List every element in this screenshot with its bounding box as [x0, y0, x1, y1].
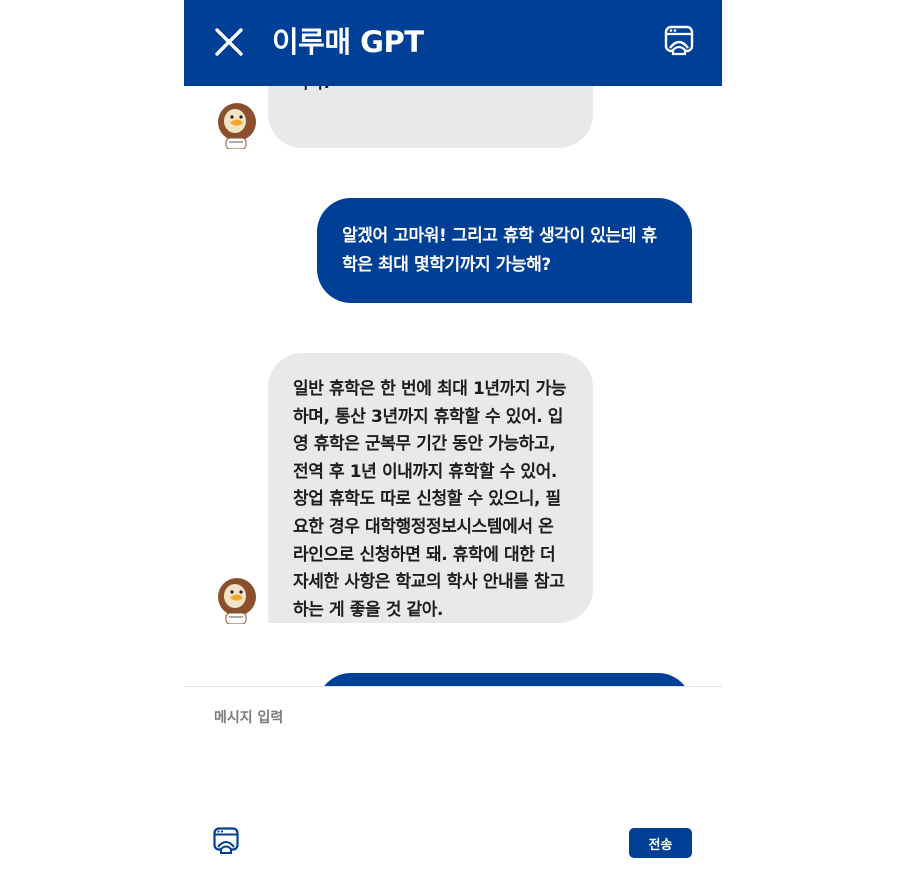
chat-screen: 니다. 알겠어 고마워! 그리고 휴학 생각이 있는데 휴학은 최대 몇학기까지… [184, 0, 722, 877]
chat-bot-icon[interactable] [664, 24, 694, 60]
bot-message: 일반 휴학은 한 번에 최대 1년까지 가능하며, 통산 3년까지 휴학할 수 … [268, 353, 593, 623]
page-title: 이루매 GPT [272, 25, 424, 59]
message-composer: 전송 [184, 687, 722, 877]
message-input[interactable] [214, 707, 694, 807]
close-icon[interactable] [212, 25, 246, 59]
bot-message-text: 일반 휴학은 한 번에 최대 1년까지 가능하며, 통산 3년까지 휴학할 수 … [293, 379, 567, 620]
mascot-avatar [218, 103, 256, 149]
user-message-partial [317, 673, 692, 686]
app-header: 이루매 GPT [184, 0, 722, 86]
chat-bot-icon[interactable] [213, 827, 239, 855]
user-message: 알겠어 고마워! 그리고 휴학 생각이 있는데 휴학은 최대 몇학기까지 가능해… [317, 198, 692, 303]
chat-message-list[interactable]: 니다. 알겠어 고마워! 그리고 휴학 생각이 있는데 휴학은 최대 몇학기까지… [184, 0, 722, 686]
send-button[interactable]: 전송 [629, 828, 692, 858]
mascot-avatar [218, 578, 256, 624]
user-message-text: 알겠어 고마워! 그리고 휴학 생각이 있는데 휴학은 최대 몇학기까지 가능해… [342, 226, 657, 275]
